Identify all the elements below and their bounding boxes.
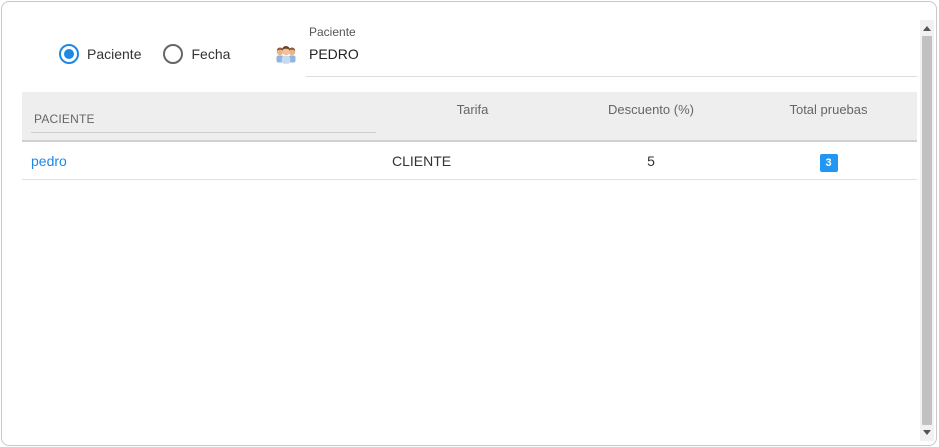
radio-fecha-indicator[interactable] xyxy=(163,44,184,64)
scrollbar-thumb[interactable] xyxy=(922,36,932,425)
vertical-scrollbar[interactable] xyxy=(920,20,934,441)
total-pruebas-cell: 3 xyxy=(740,153,917,172)
patient-field-label: Paciente xyxy=(309,25,356,39)
table-row: pedro CLIENTE 5 3 xyxy=(22,142,917,180)
table-header: PACIENTE Tarifa Descuento (%) Total prue… xyxy=(22,92,917,142)
radio-paciente[interactable]: Paciente xyxy=(59,44,141,64)
total-pruebas-badge[interactable]: 3 xyxy=(819,154,838,172)
descuento-cell: 5 xyxy=(647,153,655,169)
results-table: PACIENTE Tarifa Descuento (%) Total prue… xyxy=(22,92,917,180)
patient-field[interactable]: Paciente xyxy=(306,24,917,77)
column-header-paciente[interactable]: PACIENTE xyxy=(31,112,376,133)
radio-paciente-indicator[interactable] xyxy=(59,44,79,64)
column-header-descuento: Descuento (%) xyxy=(608,102,694,117)
column-header-tarifa: Tarifa xyxy=(456,102,489,117)
scroll-down-arrow-icon[interactable] xyxy=(920,425,934,441)
patients-group-icon xyxy=(274,42,298,66)
radio-fecha-label: Fecha xyxy=(191,46,231,62)
scroll-up-arrow-icon[interactable] xyxy=(920,20,934,36)
radio-fecha[interactable]: Fecha xyxy=(163,44,230,64)
patient-link[interactable]: pedro xyxy=(31,153,67,169)
column-header-total-pruebas: Total pruebas xyxy=(789,102,868,117)
search-mode-radio-group: Paciente Fecha xyxy=(59,44,252,64)
patient-input[interactable] xyxy=(309,46,709,62)
dialog: Paciente Fecha Paciente PACIENTE Tarifa … xyxy=(1,1,937,446)
tarifa-cell: CLIENTE xyxy=(392,153,452,169)
radio-paciente-label: Paciente xyxy=(87,46,142,62)
